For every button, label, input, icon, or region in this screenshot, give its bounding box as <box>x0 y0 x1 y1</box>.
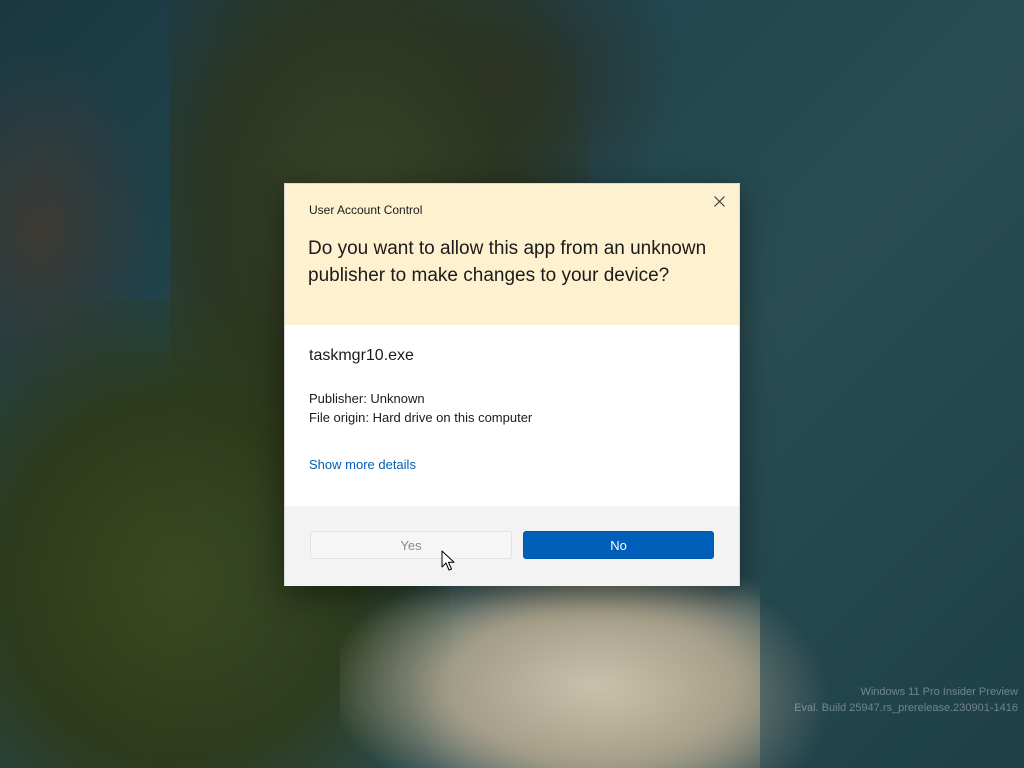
no-button[interactable]: No <box>523 531 714 559</box>
file-origin-info: File origin: Hard drive on this computer <box>309 410 533 425</box>
close-button[interactable] <box>705 190 733 212</box>
yes-button[interactable]: Yes <box>310 531 512 559</box>
dialog-body: taskmgr10.exe Publisher: Unknown File or… <box>285 325 739 506</box>
watermark-edition: Windows 11 Pro Insider Preview <box>860 686 1018 698</box>
dialog-footer: Yes No <box>285 506 739 586</box>
publisher-info: Publisher: Unknown <box>309 391 425 406</box>
close-icon <box>713 195 725 207</box>
uac-dialog: User Account Control Do you want to allo… <box>284 183 740 586</box>
os-watermark: Windows 11 Pro Insider Preview Eval. Bui… <box>794 684 1018 716</box>
dialog-question: Do you want to allow this app from an un… <box>308 238 707 286</box>
mouse-pointer-icon <box>441 550 455 572</box>
dialog-title: User Account Control <box>309 203 423 217</box>
app-name: taskmgr10.exe <box>309 347 414 364</box>
wallpaper-beach <box>340 560 760 768</box>
desktop-background: Windows 11 Pro Insider Preview Eval. Bui… <box>0 0 1024 768</box>
watermark-build: Eval. Build 25947.rs_prerelease.230901-1… <box>794 702 1018 714</box>
show-more-details-link[interactable]: Show more details <box>309 457 416 472</box>
dialog-header: User Account Control Do you want to allo… <box>285 184 739 325</box>
